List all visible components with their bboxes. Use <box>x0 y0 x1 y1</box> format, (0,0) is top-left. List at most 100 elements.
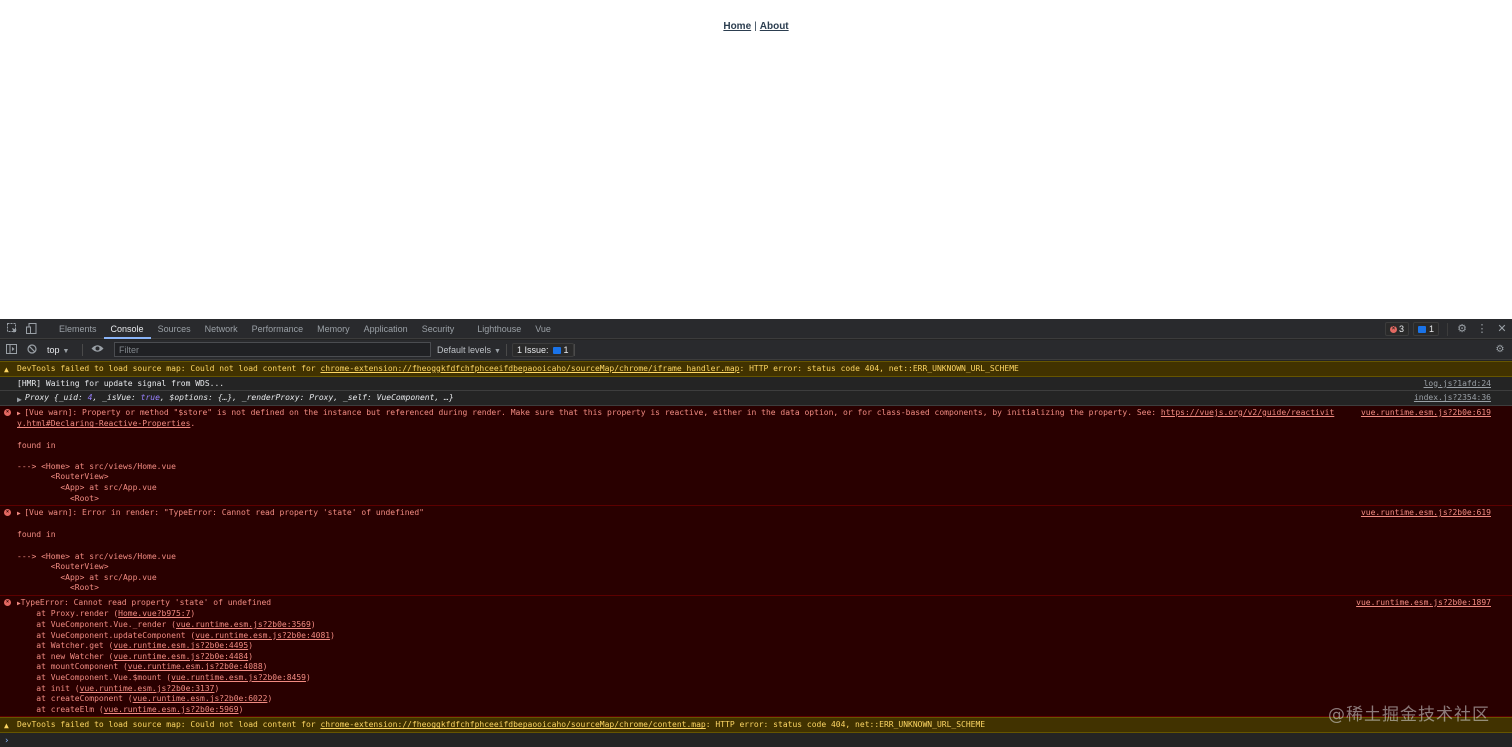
issue-icon <box>552 346 561 354</box>
devtools-right-controls: × 3 1 ⚙ ⋮ ✕ <box>1384 319 1512 339</box>
message-icon <box>1417 325 1426 333</box>
stack-frame: at VueComponent.Vue.$mount ( <box>17 673 172 683</box>
close-devtools-icon[interactable]: ✕ <box>1492 319 1512 339</box>
log-source-link[interactable]: log.js?1afd:24 <box>1424 379 1491 390</box>
console-toolbar: top▼ Default levels▼ 1 Issue:1 ⚙ <box>0 340 1512 360</box>
vue-docs-link[interactable]: https://vuejs.org/v2/guide/reactivit <box>1161 408 1334 417</box>
tab-sources[interactable]: Sources <box>151 319 198 339</box>
live-expression-eye-icon[interactable] <box>90 344 104 356</box>
stack-frame-link[interactable]: vue.runtime.esm.js?2b0e:4088 <box>128 662 263 671</box>
issues-button[interactable]: 1 Issue: 1 <box>512 343 574 357</box>
stack-frame-end: ) <box>310 620 316 630</box>
console-error-row: × ▶ [Vue warn]: Property or method "$stor… <box>0 405 1512 507</box>
stack-frame-link[interactable]: Home.vue?b975:7 <box>118 609 190 618</box>
error-source-link[interactable]: vue.runtime.esm.js?2b0e:1897 <box>1356 598 1491 609</box>
component-tree-line: <RouterView> <box>17 472 109 482</box>
stack-frame-end: ) <box>238 704 244 714</box>
stack-frame-link[interactable]: vue.runtime.esm.js?2b0e:4081 <box>195 631 330 640</box>
component-tree-line: <Root> <box>17 493 99 503</box>
show-sidebar-icon[interactable] <box>5 344 17 356</box>
vue-docs-link[interactable]: y.html#Declaring-Reactive-Properties <box>17 419 190 428</box>
console-prompt[interactable]: › <box>0 735 1512 747</box>
log-levels-dropdown[interactable]: Default levels ▼ <box>437 340 501 360</box>
source-map-link[interactable]: chrome-extension://fheoggkfdfchfphceeifd… <box>320 720 705 729</box>
warning-icon: ▲ <box>4 721 9 731</box>
console-messages: ▲ DevTools failed to load source map: Cou… <box>0 361 1512 747</box>
stack-frame-end: ) <box>262 662 268 672</box>
error-source-link[interactable]: vue.runtime.esm.js?2b0e:619 <box>1361 508 1491 519</box>
stack-frame-link[interactable]: vue.runtime.esm.js?2b0e:3569 <box>176 620 311 629</box>
stack-frame: at createElm ( <box>17 704 104 714</box>
app-page: Home | About <box>0 0 1512 319</box>
stack-frame: at init ( <box>17 683 80 693</box>
tab-application[interactable]: Application <box>357 319 415 339</box>
log-levels-value: Default levels <box>437 345 492 355</box>
source-map-link[interactable]: chrome-extension://fheoggkfdfchfphceeifd… <box>320 364 739 373</box>
stack-frame-link[interactable]: vue.runtime.esm.js?2b0e:6022 <box>133 694 268 703</box>
tab-console[interactable]: Console <box>103 319 151 339</box>
stack-frame: at new Watcher ( <box>17 651 114 661</box>
watermark: @稀土掘金技术社区 <box>1328 705 1490 725</box>
warning-text: DevTools failed to load source map: Coul… <box>17 364 321 373</box>
component-tree-line: <RouterView> <box>17 562 109 572</box>
proxy-label: Proxy <box>25 393 50 403</box>
error-icon: × <box>4 408 11 416</box>
error-count: 3 <box>1398 324 1404 334</box>
found-in-label: found in <box>17 530 56 540</box>
console-log-row: [HMR] Waiting for update signal from WDS… <box>0 376 1512 392</box>
stack-frame-link[interactable]: vue.runtime.esm.js?2b0e:4484 <box>113 652 248 661</box>
expand-triangle-icon[interactable]: ▶ <box>17 395 22 406</box>
warning-text: DevTools failed to load source map: Coul… <box>17 720 321 730</box>
console-log-row: ▶ Proxy {_uid: 4, _isVue: true, $options:… <box>0 391 1512 406</box>
app-nav: Home | About <box>0 21 1512 32</box>
stack-frame-end: ) <box>248 651 254 661</box>
proxy-object[interactable]: Proxy {_uid: 4, _isVue: true, $options: … <box>17 393 454 402</box>
tab-lighthouse[interactable]: Lighthouse <box>470 319 528 339</box>
nav-separator: | <box>754 21 757 32</box>
chevron-down-icon: ▼ <box>62 348 70 355</box>
error-icon: × <box>4 598 11 606</box>
warning-text-suffix: : HTTP error: status code 404, net::ERR_… <box>705 720 986 730</box>
console-filter-input[interactable] <box>114 342 431 357</box>
inspect-element-icon[interactable] <box>6 323 18 335</box>
device-toolbar-icon[interactable] <box>25 323 37 335</box>
tab-performance[interactable]: Performance <box>245 319 311 339</box>
component-tree-line: <App> at src/App.vue <box>17 572 157 582</box>
devtools-tab-bar: Elements Console Sources Network Perform… <box>0 319 1512 339</box>
tab-elements[interactable]: Elements <box>52 319 104 339</box>
stack-frame-link[interactable]: vue.runtime.esm.js?2b0e:3137 <box>80 684 215 693</box>
warning-icon: ▲ <box>4 365 9 374</box>
stack-frame-link[interactable]: vue.runtime.esm.js?2b0e:4495 <box>113 641 248 650</box>
error-count-badge[interactable]: × 3 <box>1384 322 1409 336</box>
devtools-tabs: Elements Console Sources Network Perform… <box>52 319 558 339</box>
nav-link-about[interactable]: About <box>760 21 789 32</box>
found-in-label: found in <box>17 440 56 450</box>
proxy-isvue: true <box>140 393 160 403</box>
proxy-text: , $options: {…}, _renderProxy: Proxy, _s… <box>159 393 454 403</box>
context-selector[interactable]: top ▼ <box>47 340 69 360</box>
error-source-link[interactable]: vue.runtime.esm.js?2b0e:619 <box>1361 408 1491 419</box>
stack-frame: at VueComponent.updateComponent ( <box>17 630 196 640</box>
error-text: TypeError: Cannot read property 'state' … <box>20 597 272 607</box>
nav-link-home[interactable]: Home <box>723 21 751 32</box>
more-options-icon[interactable]: ⋮ <box>1472 319 1492 339</box>
stack-frame-link[interactable]: vue.runtime.esm.js?2b0e:5969 <box>104 705 239 714</box>
tab-network[interactable]: Network <box>198 319 245 339</box>
console-settings-gear-icon[interactable]: ⚙ <box>1494 344 1506 356</box>
component-tree-line: ---> <Home> at src/views/Home.vue <box>17 551 176 561</box>
component-tree-line: <Root> <box>17 583 99 593</box>
stack-frame: at Watcher.get ( <box>17 641 114 651</box>
tab-vue[interactable]: Vue <box>528 319 558 339</box>
clear-console-icon[interactable] <box>26 344 38 356</box>
stack-frame-end: ) <box>248 641 254 651</box>
tab-memory[interactable]: Memory <box>310 319 357 339</box>
settings-gear-icon[interactable]: ⚙ <box>1452 319 1472 339</box>
console-error-row: × ▶ [Vue warn]: Error in render: "TypeErr… <box>0 506 1512 596</box>
stack-frame-end: ) <box>305 673 311 683</box>
tab-security[interactable]: Security <box>415 319 462 339</box>
stack-frame: at mountComponent ( <box>17 662 128 672</box>
divider <box>506 344 507 356</box>
message-count-badge[interactable]: 1 <box>1412 322 1439 336</box>
log-source-link[interactable]: index.js?2354:36 <box>1414 393 1491 404</box>
stack-frame-link[interactable]: vue.runtime.esm.js?2b0e:8459 <box>171 673 306 682</box>
